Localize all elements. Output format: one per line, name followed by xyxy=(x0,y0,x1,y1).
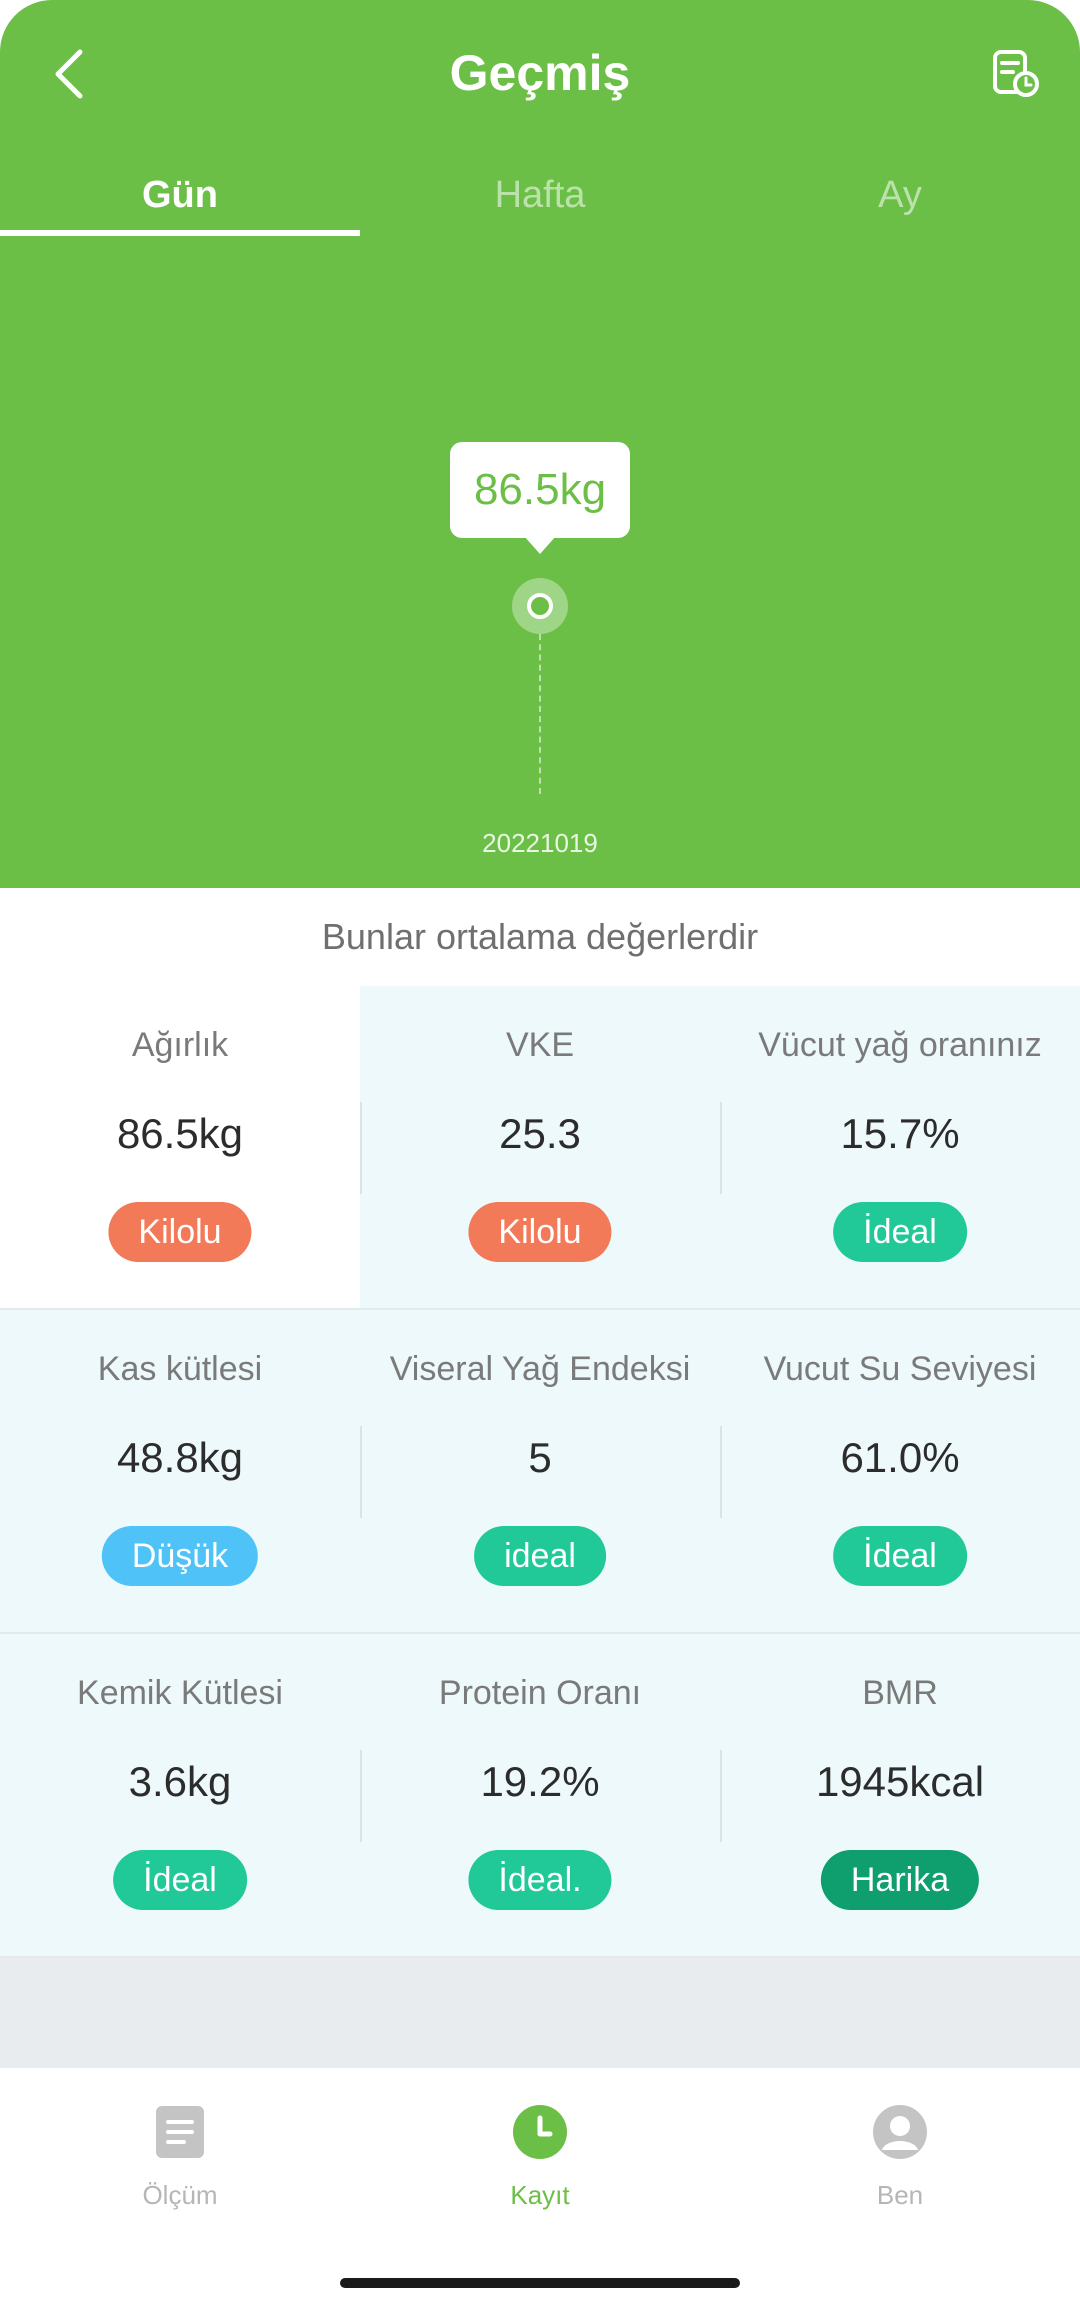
status-badge: İdeal. xyxy=(468,1850,612,1910)
metric-row: Kas kütlesi 48.8kg Düşük Viseral Yağ End… xyxy=(0,1310,1080,1634)
data-point-guide-line xyxy=(539,634,541,794)
metric-label: Ağırlık xyxy=(131,1026,229,1064)
header: Geçmiş Gün Hafta Ay 86.5kg 20221019 xyxy=(0,0,1080,888)
metric-value: 1945kcal xyxy=(815,1758,985,1805)
metric-body-fat[interactable]: Vücut yağ oranınız 15.7% İdeal xyxy=(720,986,1080,1308)
metric-value: 61.0% xyxy=(840,1434,960,1481)
data-point[interactable] xyxy=(527,593,553,619)
chart-tooltip: 86.5kg xyxy=(450,442,630,554)
metric-label: VKE xyxy=(505,1026,575,1064)
status-badge: İdeal xyxy=(833,1202,967,1262)
metric-label: Viseral Yağ Endeksi xyxy=(389,1350,691,1388)
weight-chart: 86.5kg 20221019 xyxy=(0,240,1080,888)
nav-label: Ben xyxy=(876,2180,924,2210)
metric-value: 25.3 xyxy=(499,1110,581,1157)
metric-bone-mass[interactable]: Kemik Kütlesi 3.6kg İdeal xyxy=(0,1634,360,1956)
nav-profile[interactable]: Ben xyxy=(720,2068,1080,2304)
clock-icon xyxy=(510,2102,570,2162)
metric-value: 15.7% xyxy=(840,1110,960,1157)
metric-row: Ağırlık 86.5kg Kilolu VKE 25.3 Kilolu Vü… xyxy=(0,986,1080,1310)
metric-label: BMR xyxy=(862,1674,938,1712)
content-spacer xyxy=(0,1958,1080,2068)
metric-row: Kemik Kütlesi 3.6kg İdeal Protein Oranı … xyxy=(0,1634,1080,1958)
metric-value: 3.6kg xyxy=(128,1758,232,1805)
summary-note: Bunlar ortalama değerlerdir xyxy=(0,888,1080,986)
metric-label: Vucut Su Seviyesi xyxy=(763,1350,1037,1388)
status-badge: Düşük xyxy=(101,1526,259,1586)
tab-month[interactable]: Ay xyxy=(720,160,1080,240)
history-button[interactable] xyxy=(978,36,1054,112)
status-badge: Kilolu xyxy=(468,1202,612,1262)
metric-bmi[interactable]: VKE 25.3 Kilolu xyxy=(360,986,720,1308)
metric-muscle-mass[interactable]: Kas kütlesi 48.8kg Düşük xyxy=(0,1310,360,1632)
status-badge: İdeal xyxy=(833,1526,967,1586)
tab-day[interactable]: Gün xyxy=(0,160,360,240)
metric-label: Kas kütlesi xyxy=(97,1350,263,1388)
metric-value: 19.2% xyxy=(480,1758,600,1805)
nav-records[interactable]: Kayıt xyxy=(360,2068,720,2304)
status-badge: Kilolu xyxy=(108,1202,252,1262)
status-badge: Harika xyxy=(820,1850,980,1910)
metrics-grid: Ağırlık 86.5kg Kilolu VKE 25.3 Kilolu Vü… xyxy=(0,986,1080,1958)
page-title: Geçmiş xyxy=(449,45,631,101)
metric-bmr[interactable]: BMR 1945kcal Harika xyxy=(720,1634,1080,1956)
metric-value: 5 xyxy=(528,1434,552,1481)
nav-label: Ölçüm xyxy=(142,2180,218,2210)
home-indicator[interactable] xyxy=(340,2278,740,2288)
bottom-nav: Ölçüm Kayıt Ben xyxy=(0,2068,1080,2304)
status-badge: ideal xyxy=(474,1526,606,1586)
history-document-icon xyxy=(993,50,1039,97)
nav-label: Kayıt xyxy=(510,2180,570,2210)
metric-protein[interactable]: Protein Oranı 19.2% İdeal. xyxy=(360,1634,720,1956)
metric-weight[interactable]: Ağırlık 86.5kg Kilolu xyxy=(0,986,360,1308)
metric-label: Kemik Kütlesi xyxy=(77,1674,283,1712)
nav-measurement[interactable]: Ölçüm xyxy=(0,2068,360,2304)
metric-value: 48.8kg xyxy=(116,1434,244,1481)
metric-visceral-fat[interactable]: Viseral Yağ Endeksi 5 ideal xyxy=(360,1310,720,1632)
period-tabs: Gün Hafta Ay xyxy=(0,160,1080,240)
metric-value: 86.5kg xyxy=(116,1110,244,1157)
status-badge: İdeal xyxy=(113,1850,247,1910)
document-icon xyxy=(150,2102,210,2162)
metric-label: Protein Oranı xyxy=(438,1674,642,1712)
metric-label: Vücut yağ oranınız xyxy=(758,1026,1042,1064)
tab-week[interactable]: Hafta xyxy=(360,160,720,240)
x-tick-label: 20221019 xyxy=(482,828,598,858)
user-icon xyxy=(870,2102,930,2162)
metric-body-water[interactable]: Vucut Su Seviyesi 61.0% İdeal xyxy=(720,1310,1080,1632)
